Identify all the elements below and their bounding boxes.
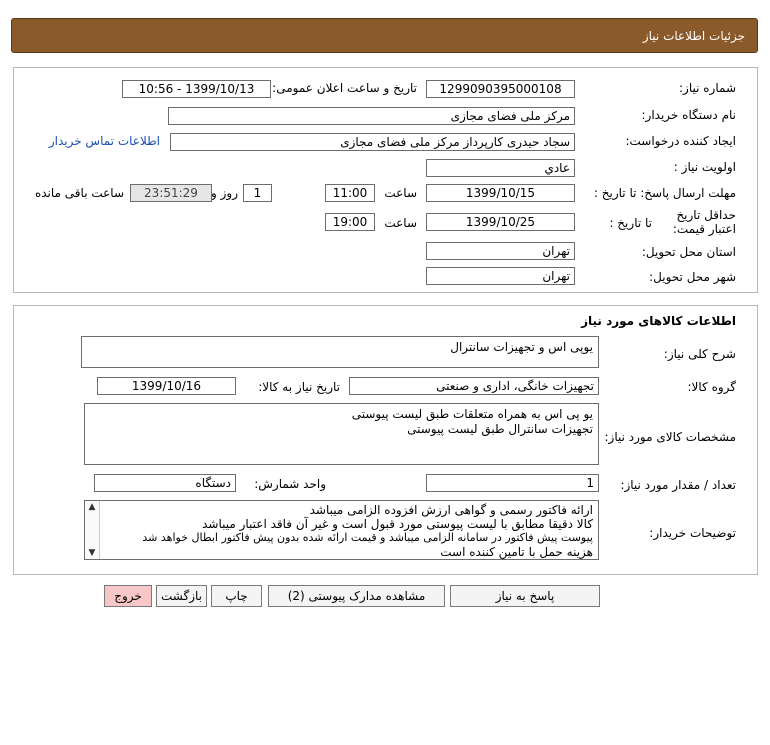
goods-section-title: اطلاعات کالاهای مورد نیاز — [581, 314, 736, 328]
need-number-label: شماره نیاز: — [679, 81, 736, 95]
city-field: تهران — [426, 267, 575, 285]
print-button[interactable]: چاپ — [211, 585, 262, 607]
deadline-time-label: ساعت — [384, 186, 417, 200]
qty-label: تعداد / مقدار مورد نیاز: — [620, 478, 736, 492]
province-label: استان محل تحویل: — [641, 245, 736, 259]
notes-scrollbar[interactable]: ▲ ▼ — [85, 501, 100, 559]
attachments-button[interactable]: مشاهده مدارک پیوستی (2) — [268, 585, 445, 607]
deadline-label: مهلت ارسال پاسخ: تا تاریخ : — [593, 186, 736, 200]
province-field: تهران — [426, 242, 575, 260]
page-title: جزئیات اطلاعات نیاز — [642, 29, 745, 43]
deadline-date-field: 1399/10/15 — [426, 184, 575, 202]
creator-field: سجاد حیدری کارپرداز مرکز ملی فضای مجازی — [170, 133, 575, 151]
remaining-label: ساعت باقی مانده — [34, 186, 124, 200]
validity-time-label: ساعت — [384, 216, 417, 230]
qty-field: 1 — [426, 474, 599, 492]
summary-field: یوپی اس و تجهیزات سانترال — [81, 336, 599, 368]
city-label: شهر محل تحویل: — [649, 270, 736, 284]
announce-field: 1399/10/13 - 10:56 — [122, 80, 271, 98]
validity-label: حداقل تاریخ اعتبار قیمت: — [672, 208, 736, 236]
summary-label: شرح کلی نیاز: — [663, 347, 736, 361]
remaining-days-field: 1 — [243, 184, 272, 202]
group-label: گروه کالا: — [687, 380, 737, 394]
specs-field: یو پی اس به همراه متعلقات طبق لیست پیوست… — [84, 403, 599, 465]
notes-field: ارائه فاکتور رسمی و گواهی ارزش افزوده ال… — [84, 500, 599, 560]
remaining-time-field: 23:51:29 — [130, 184, 212, 202]
unit-label: واحد شمارش: — [254, 477, 326, 491]
announce-label: تاریخ و ساعت اعلان عمومی: — [272, 81, 417, 95]
unit-field: دستگاه — [94, 474, 236, 492]
buyer-org-field: مرکز ملی فضای مجازی — [168, 107, 575, 125]
validity-to-label: تا تاریخ : — [609, 216, 652, 230]
group-field: تجهیزات خانگی، اداری و صنعتی — [349, 377, 599, 395]
days-label: روز و — [211, 186, 238, 200]
need-date-label: تاریخ نیاز به کالا: — [258, 380, 340, 394]
exit-button[interactable]: خروج — [104, 585, 152, 607]
specs-line: یو پی اس به همراه متعلقات طبق لیست پیوست… — [351, 407, 593, 421]
notes-line: هزینه حمل با تامین کننده است — [440, 545, 593, 559]
specs-label: مشخصات کالای مورد نیاز: — [604, 430, 736, 444]
back-button[interactable]: بازگشت — [156, 585, 207, 607]
scroll-down-icon[interactable]: ▼ — [85, 548, 99, 558]
scroll-up-icon[interactable]: ▲ — [85, 502, 99, 512]
notes-label: توضیحات خریدار: — [649, 526, 736, 540]
need-number-field: 1299090395000108 — [426, 80, 575, 98]
buyer-contact-link[interactable]: اطلاعات تماس خریدار — [49, 134, 160, 148]
creator-label: ایجاد کننده درخواست: — [625, 134, 736, 148]
priority-label: اولویت نیاز : — [673, 160, 736, 174]
notes-line: ارائه فاکتور رسمی و گواهی ارزش افزوده ال… — [309, 503, 593, 517]
deadline-time-field: 11:00 — [325, 184, 375, 202]
validity-time-field: 19:00 — [325, 213, 375, 231]
page-header: جزئیات اطلاعات نیاز — [11, 18, 758, 53]
notes-line: پیوست پیش فاکتور در سامانه الزامی میباشد… — [142, 531, 593, 544]
notes-line: کالا دقیقا مطابق با لیست پیوستی مورد قبو… — [202, 517, 593, 531]
buyer-org-label: نام دستگاه خریدار: — [641, 108, 737, 122]
specs-line: تجهیزات سانترال طبق لیست پیوستی — [407, 422, 593, 436]
validity-date-field: 1399/10/25 — [426, 213, 575, 231]
priority-field: عادي — [426, 159, 575, 177]
reply-button[interactable]: پاسخ به نیاز — [450, 585, 600, 607]
need-date-field: 1399/10/16 — [97, 377, 236, 395]
need-info-panel — [13, 67, 758, 293]
